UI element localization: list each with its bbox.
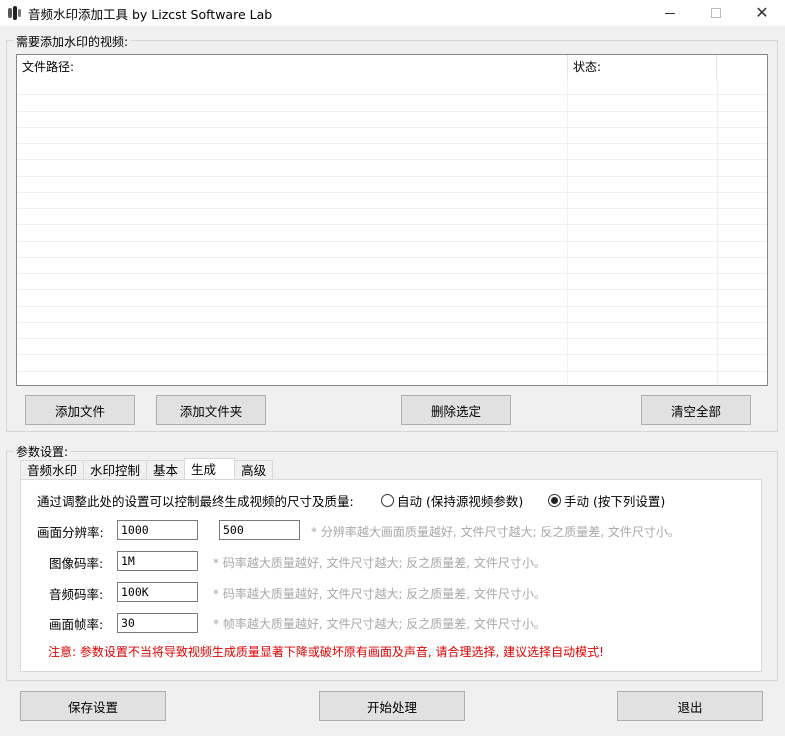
- video-bitrate-label: 图像码率:: [49, 556, 104, 571]
- list-item[interactable]: [17, 111, 767, 128]
- start-processing-button[interactable]: 开始处理: [319, 691, 465, 721]
- video-list-rows: [17, 79, 767, 385]
- list-item[interactable]: [17, 339, 767, 356]
- video-list-group-label: 需要添加水印的视频:: [14, 33, 131, 50]
- window-title: 音频水印添加工具 by Lizcst Software Lab: [28, 6, 273, 22]
- list-item[interactable]: [17, 290, 767, 307]
- list-item[interactable]: [17, 274, 767, 291]
- video-list[interactable]: 文件路径: 状态:: [16, 54, 768, 386]
- close-button[interactable]: ✕: [739, 0, 785, 26]
- video-list-header: 文件路径: 状态:: [17, 55, 767, 79]
- list-item[interactable]: [17, 322, 767, 339]
- save-settings-button[interactable]: 保存设置: [20, 691, 166, 721]
- list-item[interactable]: [17, 241, 767, 258]
- tab-generate[interactable]: 生成: [184, 458, 236, 480]
- resolution-height-input[interactable]: 500: [219, 520, 300, 540]
- minimize-button[interactable]: [647, 0, 693, 26]
- params-tabs: 音频水印 水印控制 基本 生成 高级: [20, 458, 274, 480]
- list-item[interactable]: [17, 160, 767, 177]
- resolution-hint: * 分辨率越大画面质量越好, 文件尺寸越大; 反之质量差, 文件尺寸小。: [311, 525, 680, 539]
- list-item[interactable]: [17, 79, 767, 96]
- framerate-input[interactable]: 30: [117, 613, 198, 633]
- list-item[interactable]: [17, 371, 767, 385]
- resolution-label: 画面分辨率:: [37, 525, 104, 540]
- audio-bitrate-label: 音频码率:: [49, 587, 104, 602]
- list-item[interactable]: [17, 176, 767, 193]
- video-bitrate-input[interactable]: 1M: [117, 551, 198, 571]
- tab-basic[interactable]: 基本: [146, 460, 186, 480]
- auto-mode-radio[interactable]: 自动 (保持源视频参数): [381, 491, 523, 510]
- column-header-path[interactable]: 文件路径:: [17, 55, 568, 79]
- generate-description: 通过调整此处的设置可以控制最终生成视频的尺寸及质量:: [37, 494, 354, 509]
- audio-bitrate-hint: * 码率越大质量越好, 文件尺寸越大; 反之质量差, 文件尺寸小。: [213, 587, 546, 601]
- list-item[interactable]: [17, 306, 767, 323]
- maximize-icon: [711, 8, 721, 18]
- framerate-label: 画面帧率:: [49, 617, 104, 632]
- manual-mode-radio[interactable]: 手动 (按下列设置): [548, 491, 665, 510]
- tab-watermark-control[interactable]: 水印控制: [83, 460, 148, 480]
- radio-indicator-manual: [548, 494, 561, 507]
- list-item[interactable]: [17, 144, 767, 161]
- audio-bitrate-input[interactable]: 100K: [117, 582, 198, 602]
- list-item[interactable]: [17, 127, 767, 144]
- app-icon: [6, 5, 22, 21]
- auto-mode-label: 自动 (保持源视频参数): [397, 494, 524, 509]
- framerate-hint: * 帧率越大质量越好, 文件尺寸越大; 反之质量差, 文件尺寸小。: [213, 617, 546, 631]
- video-bitrate-hint: * 码率越大质量越好, 文件尺寸越大; 反之质量差, 文件尺寸小。: [213, 556, 546, 570]
- radio-indicator-auto: [381, 494, 394, 507]
- column-header-status[interactable]: 状态:: [568, 55, 717, 79]
- list-item[interactable]: [17, 209, 767, 226]
- tab-advanced[interactable]: 高级: [234, 460, 274, 480]
- params-group-label: 参数设置:: [14, 443, 71, 460]
- tab-audio-watermark[interactable]: 音频水印: [20, 460, 85, 480]
- delete-selected-button[interactable]: 删除选定: [401, 395, 511, 425]
- add-file-button[interactable]: 添加文件: [25, 395, 135, 425]
- minimize-icon: [665, 12, 675, 14]
- list-item[interactable]: [17, 192, 767, 209]
- resolution-width-input[interactable]: 1000: [117, 520, 198, 540]
- list-item[interactable]: [17, 355, 767, 372]
- clear-all-button[interactable]: 清空全部: [641, 395, 751, 425]
- add-folder-button[interactable]: 添加文件夹: [156, 395, 266, 425]
- close-icon: ✕: [755, 3, 769, 22]
- list-item[interactable]: [17, 257, 767, 274]
- list-item[interactable]: [17, 95, 767, 112]
- settings-warning: 注意: 参数设置不当将导致视频生成质量显著下降或破坏原有画面及声音, 请合理选择…: [48, 645, 604, 659]
- exit-button[interactable]: 退出: [617, 691, 763, 721]
- manual-mode-label: 手动 (按下列设置): [564, 494, 666, 509]
- title-bar: 音频水印添加工具 by Lizcst Software Lab ✕: [0, 0, 785, 26]
- list-item[interactable]: [17, 225, 767, 242]
- maximize-button[interactable]: [693, 0, 739, 26]
